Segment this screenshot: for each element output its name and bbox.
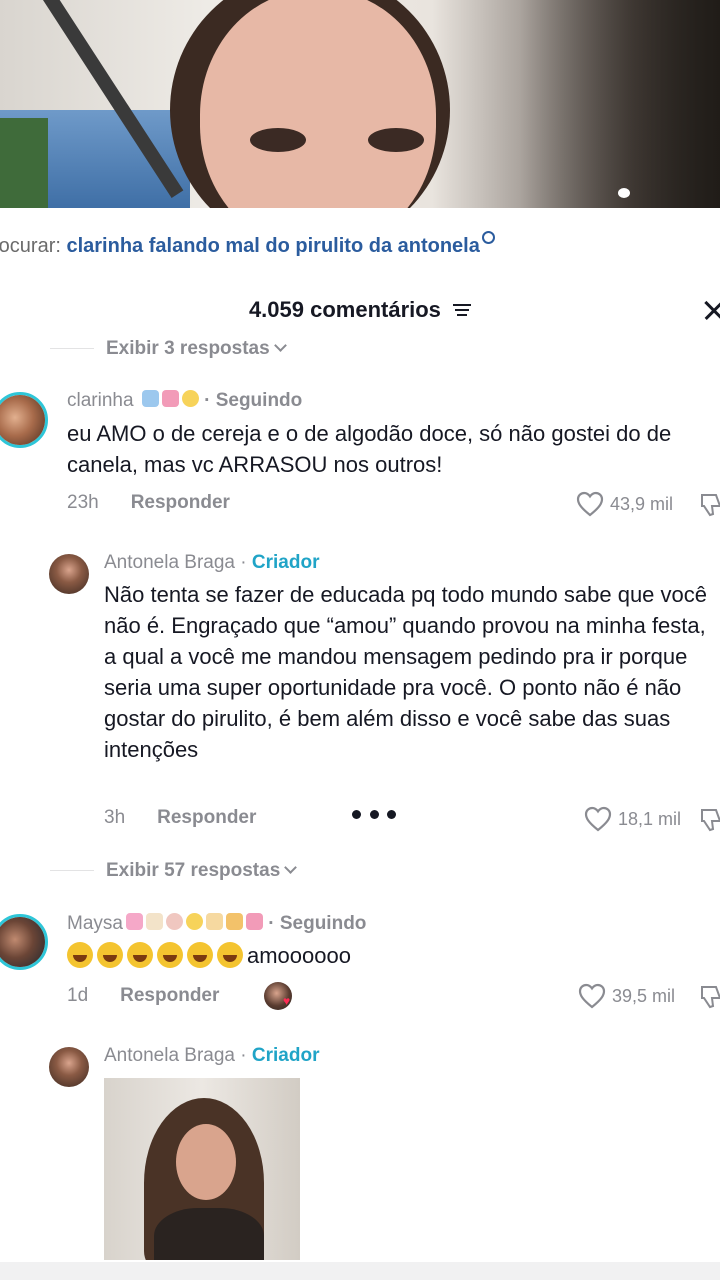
comment-text: eu AMO o de cereja e o de algodão doce, … <box>67 421 672 477</box>
photo-person-face <box>176 1124 236 1200</box>
laughing-emoji-icon <box>157 942 183 969</box>
laughing-emoji-icon <box>67 942 93 969</box>
reply-button[interactable]: Responder <box>131 492 230 513</box>
video-person-eye-right <box>368 128 424 152</box>
creator-badge: Criador <box>251 552 320 573</box>
video-plant-bg <box>0 118 48 208</box>
emoji-icon <box>185 913 203 931</box>
reply-username[interactable]: Antonela Braga <box>104 1045 235 1066</box>
avatar[interactable] <box>49 554 89 594</box>
divider <box>50 348 94 350</box>
divider <box>50 870 94 872</box>
reply-meta: Antonela Braga · Criador <box>104 1045 320 1066</box>
emoji-icon <box>205 913 223 931</box>
comment-username[interactable]: clarinha <box>67 390 134 411</box>
bottom-bar <box>0 1262 720 1280</box>
chevron-down-icon <box>273 339 287 352</box>
reply-text: Não tenta se fazer de educada pq todo mu… <box>104 582 707 762</box>
dislike-icon[interactable] <box>700 807 720 833</box>
laughing-emoji-icon <box>127 942 153 969</box>
filter-icon[interactable] <box>453 303 472 317</box>
comment-footer: 1d Responder <box>67 985 219 1007</box>
like-button[interactable]: 43,9 mil <box>576 491 673 517</box>
chevron-down-icon <box>284 861 298 874</box>
reply-time: 3h <box>104 807 126 828</box>
emoji-icon <box>125 913 143 931</box>
heart-icon <box>578 983 606 1009</box>
view-replies-label: Exibir 57 respostas <box>106 860 281 881</box>
reply-photo[interactable] <box>104 1078 300 1260</box>
reply-footer: 3h Responder <box>104 807 256 829</box>
heart-icon <box>576 491 604 517</box>
like-count: 18,1 mil <box>618 808 682 829</box>
laughing-emoji-icon <box>97 942 123 969</box>
emoji-icon <box>145 913 163 931</box>
video-lamp <box>618 188 630 198</box>
liked-heart-icon: ♥ <box>283 994 291 1008</box>
laughing-emoji-icon <box>187 942 213 969</box>
video-shade <box>520 0 720 208</box>
view-replies-link[interactable]: Exibir 57 respostas <box>50 860 298 882</box>
follow-status: · Seguindo <box>268 913 367 934</box>
comment-username[interactable]: Maysa <box>67 913 123 934</box>
like-count: 43,9 mil <box>610 493 674 514</box>
more-icon[interactable] <box>352 804 396 824</box>
view-replies-link-top[interactable]: Exibir 3 respostas <box>50 338 287 360</box>
comment-text: amoooooo <box>67 940 707 971</box>
emoji-icon <box>181 390 199 408</box>
close-icon[interactable] <box>700 296 720 324</box>
reply-username[interactable]: Antonela Braga <box>104 552 235 573</box>
emoji-icon <box>141 390 159 408</box>
photo-person-body <box>154 1208 264 1260</box>
like-count: 39,5 mil <box>612 985 676 1006</box>
follow-status: · Seguindo <box>204 390 303 411</box>
video-person-eye-left <box>250 128 306 152</box>
comment-text-body: amoooooo <box>247 943 351 968</box>
search-icon <box>481 231 495 244</box>
avatar[interactable] <box>0 392 48 448</box>
comment-meta: clarinha · Seguindo <box>67 390 302 412</box>
video-person-face <box>200 0 436 208</box>
dislike-icon[interactable] <box>700 492 720 518</box>
avatar[interactable] <box>0 914 48 970</box>
view-replies-label: Exibir 3 respostas <box>106 338 270 359</box>
reply-button[interactable]: Responder <box>120 985 219 1006</box>
emoji-icon <box>245 913 263 931</box>
emoji-icon <box>165 913 183 931</box>
search-query[interactable]: clarinha falando mal do pirulito da anto… <box>66 235 479 257</box>
comment-footer: 23h Responder <box>67 492 230 514</box>
comments-count: 4.059 comentários <box>248 297 441 322</box>
comments-header: 4.059 comentários <box>0 290 720 330</box>
comment-time: 1d <box>67 985 89 1006</box>
dislike-icon[interactable] <box>700 984 720 1010</box>
video-preview[interactable] <box>0 0 720 208</box>
like-button[interactable]: 18,1 mil <box>584 806 681 832</box>
heart-icon <box>584 806 612 832</box>
creator-badge: Criador <box>251 1045 320 1066</box>
search-prefix: rocurar: <box>0 235 61 257</box>
emoji-icon <box>225 913 243 931</box>
comment-time: 23h <box>67 492 99 513</box>
like-button[interactable]: 39,5 mil <box>578 983 675 1009</box>
emoji-icon <box>161 390 179 408</box>
search-suggestion[interactable]: rocurar: clarinha falando mal do pirulit… <box>0 226 720 266</box>
reply-meta: Antonela Braga · Criador <box>104 552 320 573</box>
reply-button[interactable]: Responder <box>157 807 256 828</box>
comment-meta: Maysa · Seguindo <box>67 913 366 935</box>
laughing-emoji-icon <box>217 942 243 969</box>
avatar[interactable] <box>49 1047 89 1087</box>
